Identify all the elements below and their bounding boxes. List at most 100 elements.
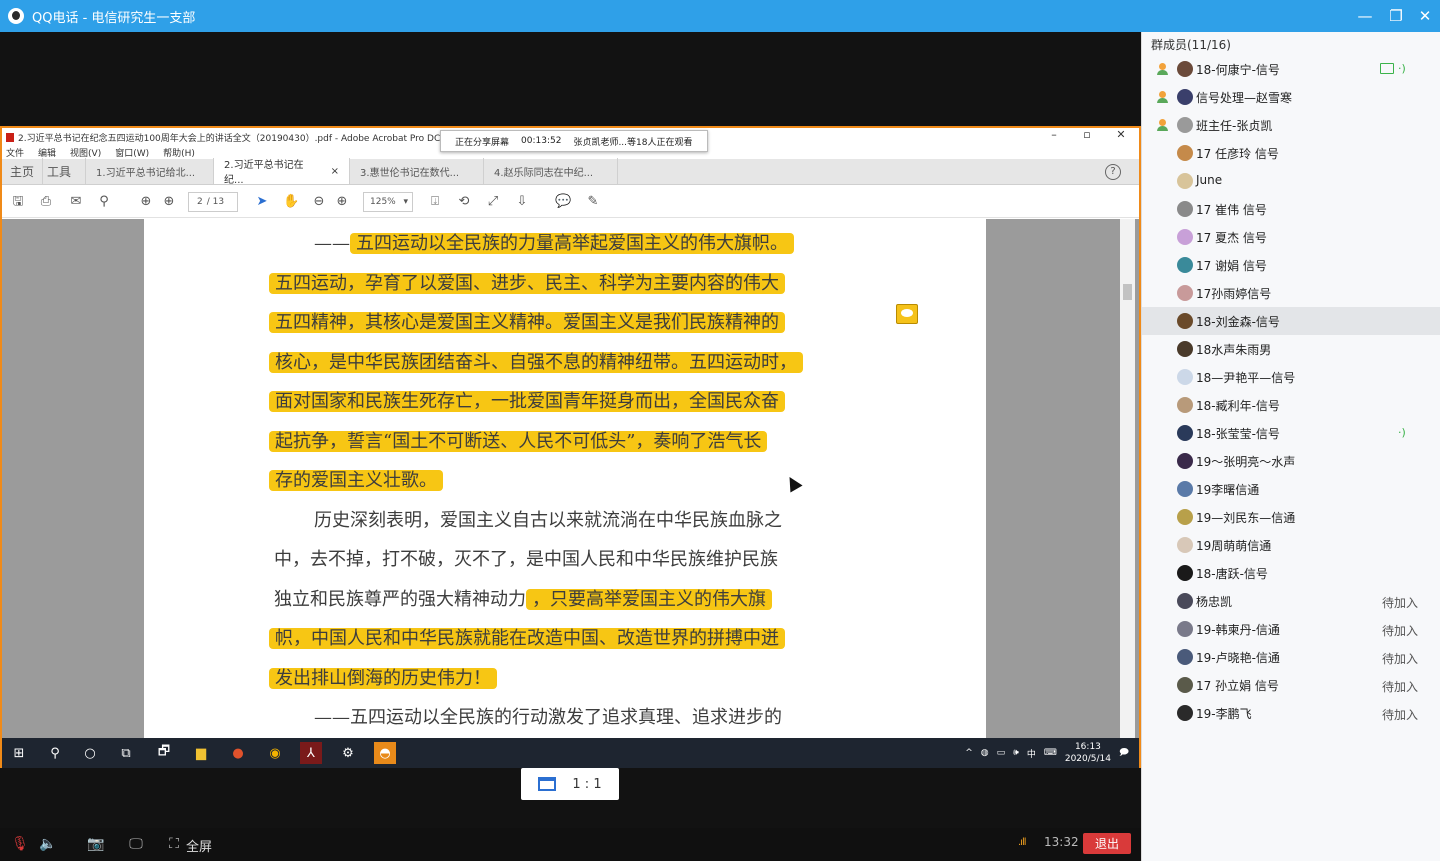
tray-volume-icon[interactable]: 🕪	[1013, 748, 1019, 758]
tab-doc-3[interactable]: 3.惠世伦书记在数代...	[350, 158, 485, 184]
pen-icon[interactable]: ✎	[585, 194, 601, 210]
tab-doc-1[interactable]: 1.习近平总书记给北...	[86, 158, 215, 184]
admin-role-icon	[1155, 118, 1169, 132]
member-name: 17 夏杰 信号	[1196, 231, 1267, 245]
member-row[interactable]: 17孙雨婷信号	[1142, 279, 1440, 307]
zoom-out-icon[interactable]: ⊖	[311, 194, 327, 210]
member-row[interactable]: 17 任彦玲 信号	[1142, 139, 1440, 167]
cortana-icon[interactable]: ○	[79, 742, 101, 764]
exit-button[interactable]: 退出	[1083, 833, 1131, 854]
acrobat-toolbar: 🖫 ⎙ ✉ ⚲ ⊕ ⊕ 2 / 13 ➤ ✋ ⊖ ⊕ 125% ▾ ⍗ ⟲ ⤢ …	[2, 186, 1139, 218]
rotate-icon[interactable]: ⟲	[456, 194, 472, 210]
member-row[interactable]: 17 崔伟 信号	[1142, 195, 1440, 223]
minimize-button[interactable]: —	[1350, 0, 1380, 32]
search-taskbar-icon[interactable]: ⚲	[44, 742, 66, 764]
page-number-field[interactable]: 2 / 13	[188, 192, 238, 212]
taskbar-clock[interactable]: 16:13 2020/5/14	[1065, 741, 1111, 765]
member-row[interactable]: 19-韩柬丹-信通 待加入	[1142, 615, 1440, 643]
screen-share-icon[interactable]: 🖵	[127, 836, 145, 852]
ratio-toggle[interactable]: 1 : 1	[521, 768, 619, 800]
acrobat-minimize-button[interactable]: –	[1039, 128, 1069, 141]
member-row[interactable]: 17 夏杰 信号	[1142, 223, 1440, 251]
select-arrow-icon[interactable]: ➤	[254, 194, 270, 210]
avatar	[1177, 173, 1193, 189]
member-row[interactable]: 18-臧利年-信号	[1142, 391, 1440, 419]
member-status: 待加入	[1381, 624, 1418, 638]
member-row[interactable]: 17 孙立娟 信号 待加入	[1142, 671, 1440, 699]
speaker-icon[interactable]: 🔈	[39, 836, 57, 852]
acrobat-close-button[interactable]: ✕	[1106, 128, 1136, 141]
next-page-icon[interactable]: ⊕	[161, 194, 177, 210]
tab-home[interactable]: 主页	[2, 158, 44, 184]
file-explorer-icon[interactable]: ▆	[190, 742, 212, 764]
ime-indicator[interactable]: 中	[1027, 747, 1036, 760]
avatar	[1177, 649, 1193, 665]
tab-doc-4[interactable]: 4.赵乐际同志在中纪...	[484, 158, 619, 184]
member-row[interactable]: 19～张明亮～水声	[1142, 447, 1440, 475]
member-row[interactable]: 18-唐跃-信号	[1142, 559, 1440, 587]
fit-page-icon[interactable]: ⍗	[427, 194, 443, 210]
email-icon[interactable]: ✉	[68, 194, 84, 210]
call-duration: 13:32	[1044, 835, 1079, 849]
member-row[interactable]: 杨忠凯 待加入	[1142, 587, 1440, 615]
settings-icon[interactable]: ⚙	[337, 742, 359, 764]
member-status: 待加入	[1381, 652, 1418, 666]
fullscreen-label[interactable]: 全屏	[186, 836, 212, 855]
zoom-in-icon[interactable]: ⊕	[334, 194, 350, 210]
member-row[interactable]: 19-李鹏飞 待加入	[1142, 699, 1440, 727]
member-row[interactable]: 19-卢晓艳-信通 待加入	[1142, 643, 1440, 671]
member-row[interactable]: 18-刘金森-信号	[1142, 307, 1440, 335]
member-row[interactable]: 19—刘民东—信通	[1142, 503, 1440, 531]
window-title: QQ电话 - 电信研究生一支部	[32, 10, 196, 26]
vertical-scrollbar[interactable]	[1120, 219, 1135, 739]
search-icon[interactable]: ⚲	[96, 194, 112, 210]
windows-start-icon[interactable]: ⊞	[8, 742, 30, 764]
hand-tool-icon[interactable]: ✋	[283, 194, 299, 210]
member-row[interactable]: 18-张莹莹-信号 ·)	[1142, 419, 1440, 447]
comment-icon[interactable]: 💬	[555, 194, 571, 210]
member-row[interactable]: 18-何康宁-信号 ·)	[1142, 55, 1440, 83]
fullscreen-icon[interactable]: ⛶	[165, 836, 183, 852]
scroll-thumb[interactable]	[1123, 284, 1132, 300]
prev-page-icon[interactable]: ⊕	[138, 194, 154, 210]
member-row[interactable]: 班主任-张贞凯	[1142, 111, 1440, 139]
member-row[interactable]: 18—尹艳平—信号	[1142, 363, 1440, 391]
task-view-icon[interactable]: ⧉	[115, 742, 137, 764]
tab-close-icon[interactable]: ×	[331, 166, 339, 177]
member-row[interactable]: 19李曙信通	[1142, 475, 1440, 503]
mic-muted-icon[interactable]: 🎙	[11, 836, 29, 852]
notification-icon[interactable]: 🗩	[1119, 745, 1129, 761]
comment-note-icon[interactable]	[896, 304, 918, 324]
avatar	[1177, 705, 1193, 721]
help-icon[interactable]: ?	[1105, 164, 1121, 180]
camera-off-icon[interactable]: 📷	[87, 836, 105, 852]
tray-network-icon[interactable]: ▭	[997, 748, 1006, 758]
fullscreen-mode-icon[interactable]: ⤢	[485, 194, 501, 210]
keyboard-icon[interactable]: ⌨	[1044, 748, 1057, 758]
acrobat-taskbar-icon[interactable]: ⅄	[300, 742, 322, 764]
tab-tools[interactable]: 工具	[43, 158, 87, 184]
close-button[interactable]: ✕	[1410, 0, 1440, 32]
member-name: 19李曙信通	[1196, 483, 1260, 497]
app-icon-1[interactable]: 🗗	[153, 742, 175, 764]
member-row[interactable]: June	[1142, 167, 1440, 195]
chrome-icon[interactable]: ◉	[264, 742, 286, 764]
acrobat-restore-button[interactable]: ▫	[1072, 128, 1102, 141]
zoom-value: 125%	[370, 197, 396, 207]
tray-chevron-icon[interactable]: ^	[965, 748, 973, 758]
zoom-select[interactable]: 125% ▾	[363, 192, 413, 212]
tab-doc-2[interactable]: 2.习近平总书记在纪... ×	[214, 158, 351, 186]
member-row[interactable]: 17 谢娟 信号	[1142, 251, 1440, 279]
doc-line: 发出排山倒海的历史伟力！	[269, 667, 497, 691]
document-area[interactable]: —— 五四运动以全民族的力量高举起爱国主义的伟大旗帜。 五四运动，孕育了以爱国、进步…	[2, 219, 1139, 739]
scroll-mode-icon[interactable]: ⇩	[514, 194, 530, 210]
save-icon[interactable]: 🖫	[10, 194, 26, 210]
qq-taskbar-icon[interactable]: ◓	[374, 742, 396, 764]
print-icon[interactable]: ⎙	[38, 194, 54, 210]
member-row[interactable]: 19周萌萌信通	[1142, 531, 1440, 559]
restore-button[interactable]: ❐	[1381, 0, 1411, 32]
member-row[interactable]: 信号处理—赵雪寒	[1142, 83, 1440, 111]
member-row[interactable]: 18水声朱雨男	[1142, 335, 1440, 363]
powerpoint-icon[interactable]: ●	[227, 742, 249, 764]
tray-app-icon[interactable]: ◍	[981, 748, 989, 758]
